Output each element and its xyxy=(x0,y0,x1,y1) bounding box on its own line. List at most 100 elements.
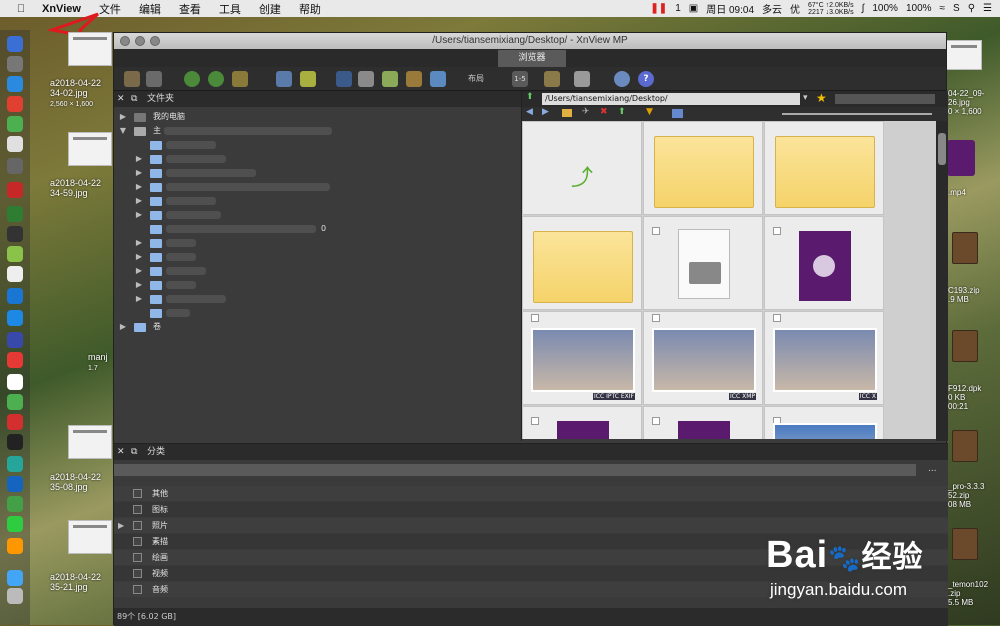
find-icon[interactable] xyxy=(336,71,352,87)
category-checkbox[interactable] xyxy=(133,537,142,546)
expand-arrow-icon[interactable]: ▶ xyxy=(134,236,144,250)
desktop-file-label[interactable]: 04-22_09- 26.jpg 0 × 1,600 xyxy=(948,89,984,116)
select-checkbox[interactable] xyxy=(652,314,660,322)
thumbnail-scrollbar[interactable] xyxy=(936,121,948,441)
tree-item-my-computer[interactable]: ▶ 我的电脑 xyxy=(114,110,521,124)
menu-help[interactable]: 帮助 xyxy=(299,1,321,17)
favorite-star-icon[interactable]: ★ xyxy=(816,91,827,105)
desktop-file-thumb[interactable] xyxy=(68,32,112,66)
select-checkbox[interactable] xyxy=(652,227,660,235)
yandex-icon[interactable] xyxy=(7,374,23,390)
image-cell[interactable]: ICC IPTC EXIF xyxy=(522,311,642,405)
desktop-file-thumb[interactable] xyxy=(946,40,982,70)
zoom-window-button[interactable] xyxy=(150,36,160,46)
desktop-file-thumb[interactable] xyxy=(68,520,112,554)
bluetooth-icon[interactable]: ∫ xyxy=(862,3,865,14)
filter-icon[interactable]: ▼ xyxy=(646,107,653,117)
expand-arrow-icon[interactable]: ▶ xyxy=(134,264,144,278)
minimize-window-button[interactable] xyxy=(135,36,145,46)
app-icon-1[interactable] xyxy=(7,96,23,112)
help-icon[interactable]: ? xyxy=(638,71,654,87)
app-icon-3[interactable] xyxy=(7,136,23,152)
menu-create[interactable]: 创建 xyxy=(259,1,281,17)
folder-cell[interactable] xyxy=(764,121,884,215)
tree-folder[interactable]: ▶ xyxy=(114,208,521,222)
back-icon[interactable]: ◀ xyxy=(526,107,533,117)
up-arrow-icon[interactable]: ⬆ xyxy=(526,92,534,102)
forward-icon[interactable]: ▶ xyxy=(542,107,549,117)
activity-icon[interactable] xyxy=(7,206,23,222)
desktop-file-label[interactable]: C193.zip .9 MB xyxy=(948,286,980,304)
netease-music-icon[interactable] xyxy=(7,352,23,368)
wifi-icon[interactable]: ≈ xyxy=(940,3,946,14)
zip-file-icon[interactable] xyxy=(952,430,978,462)
image-cell[interactable]: ICC X xyxy=(764,311,884,405)
category-item[interactable]: 其他 xyxy=(114,486,948,501)
desktop-file-label[interactable]: manj 1.7 xyxy=(88,352,108,372)
expand-arrow-icon[interactable]: ▶ xyxy=(134,180,144,194)
rotate-left-icon[interactable] xyxy=(184,71,200,87)
tree-folder[interactable]: ▶ xyxy=(114,194,521,208)
trash-icon[interactable] xyxy=(7,588,23,604)
tree-folder[interactable] xyxy=(114,306,521,320)
image-cell[interactable]: ICC XMP xyxy=(643,311,763,405)
parent-folder-cell[interactable]: ⤴ xyxy=(522,121,642,215)
thumbnail-size-slider[interactable] xyxy=(782,113,932,115)
counter-button[interactable]: 1-5 xyxy=(512,71,528,87)
category-checkbox[interactable] xyxy=(133,569,142,578)
tree-folder[interactable]: ▶ xyxy=(114,166,521,180)
category-checkbox[interactable] xyxy=(133,521,142,530)
desktop-file-thumb[interactable] xyxy=(68,132,112,166)
filter-input[interactable] xyxy=(835,94,935,104)
finder-icon[interactable] xyxy=(7,36,23,52)
desktop-file-label[interactable]: a2018-04-22 35-21.jpg xyxy=(50,572,101,592)
new-folder-icon[interactable] xyxy=(562,109,572,117)
desktop-file-label[interactable]: a2018-04-22 35-08.jpg xyxy=(50,472,101,492)
weather-quality[interactable]: 优 xyxy=(790,1,800,16)
pause-icon[interactable]: ❚❚ xyxy=(650,3,667,14)
menu-view[interactable]: 查看 xyxy=(179,1,201,17)
tree-folder[interactable]: 0 xyxy=(114,222,521,236)
edit-icon[interactable] xyxy=(232,71,248,87)
battery-1[interactable]: 100% xyxy=(872,3,898,14)
vivaldi-icon[interactable] xyxy=(7,414,23,430)
tree-folder[interactable]: ▶ xyxy=(114,278,521,292)
expand-arrow-icon[interactable]: ▶ xyxy=(134,292,144,306)
expand-arrow-icon[interactable]: ▶ xyxy=(134,194,144,208)
tags-icon[interactable] xyxy=(544,71,560,87)
desktop-file-label[interactable]: F912.dpk 0 KB 00:21 xyxy=(948,384,981,411)
category-filter-input[interactable] xyxy=(114,464,916,476)
expand-arrow-icon[interactable]: ▶ xyxy=(118,110,128,124)
expand-arrow-icon[interactable]: ▶ xyxy=(134,166,144,180)
select-checkbox[interactable] xyxy=(773,314,781,322)
tree-folder[interactable]: ▶ xyxy=(114,152,521,166)
undock-panel-icon[interactable]: ⧉ xyxy=(131,444,137,460)
layout-menu[interactable]: 布局 xyxy=(468,73,484,84)
category-checkbox[interactable] xyxy=(133,505,142,514)
notification-count[interactable]: 1 xyxy=(675,3,681,14)
tree-folder[interactable]: ▶ xyxy=(114,236,521,250)
weather[interactable]: 多云 xyxy=(762,1,782,16)
refresh-icon[interactable]: ⬆ xyxy=(618,107,626,117)
terminal-icon[interactable] xyxy=(7,226,23,242)
convert-icon[interactable] xyxy=(300,71,316,87)
tree-folder[interactable] xyxy=(114,138,521,152)
dpk-file-icon[interactable] xyxy=(952,330,978,362)
thumbnail-view-icon[interactable] xyxy=(672,109,683,118)
app-store-icon[interactable] xyxy=(7,310,23,326)
category-item[interactable]: ▶ 照片 xyxy=(114,518,948,533)
batch-icon[interactable] xyxy=(406,71,422,87)
expand-arrow-icon[interactable]: ▶ xyxy=(134,250,144,264)
slideshow-icon[interactable] xyxy=(382,71,398,87)
select-checkbox[interactable] xyxy=(652,417,660,425)
app-icon-12[interactable] xyxy=(7,538,23,554)
select-checkbox[interactable] xyxy=(773,227,781,235)
zip-file-icon[interactable] xyxy=(952,528,978,560)
tree-folder[interactable]: ▶ xyxy=(114,250,521,264)
capture-icon[interactable] xyxy=(430,71,446,87)
select-checkbox[interactable] xyxy=(531,417,539,425)
expand-arrow-icon[interactable]: ▶ xyxy=(118,320,128,334)
file-cell[interactable] xyxy=(522,406,642,439)
expand-arrow-icon[interactable]: ▶ xyxy=(134,278,144,292)
apple-icon[interactable]:  xyxy=(14,3,28,15)
